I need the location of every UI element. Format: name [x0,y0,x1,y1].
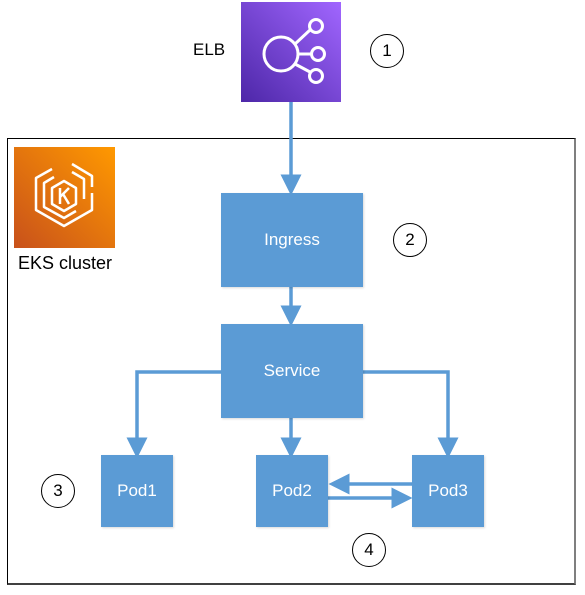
ingress-label: Ingress [264,230,320,249]
step-badge-3: 3 [41,474,75,508]
service-label: Service [263,361,321,380]
step-badge-1: 1 [370,34,404,68]
service-node[interactable]: Service [221,324,363,418]
elb-label: ELB [193,40,226,59]
pod3-node[interactable]: Pod3 [412,455,484,527]
pod1-node[interactable]: Pod1 [101,455,173,527]
pod1-label: Pod1 [117,481,157,500]
eks-icon [14,147,115,248]
pod2-node[interactable]: Pod2 [256,455,328,527]
eks-cluster-label: EKS cluster [18,253,113,273]
pod2-label: Pod2 [272,481,312,500]
edge-service-to-pod1 [126,370,222,459]
step-badge-4: 4 [352,533,386,567]
ingress-node[interactable]: Ingress [221,193,363,287]
edge-service-to-pod3 [362,370,459,459]
pod3-label: Pod3 [428,481,468,500]
step-badge-2: 2 [393,223,427,257]
elastic-load-balancer-icon [241,2,341,102]
